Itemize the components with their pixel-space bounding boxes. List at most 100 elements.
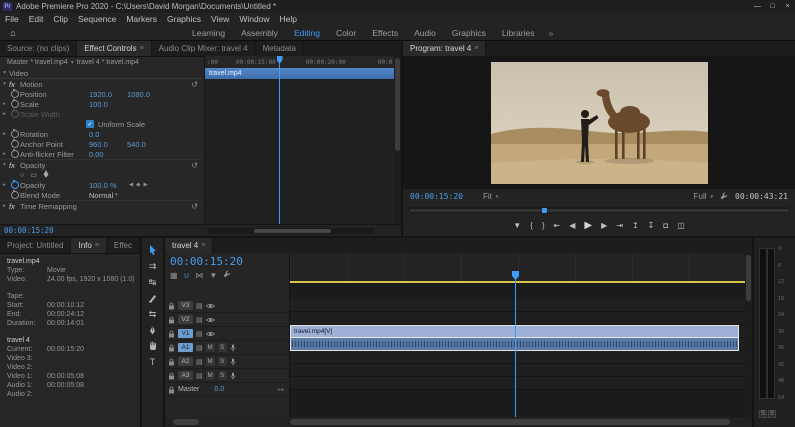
twirl-closed-icon[interactable]: ▸	[0, 101, 9, 107]
maximize-button[interactable]: □	[765, 3, 780, 10]
workspace-effects[interactable]: Effects	[364, 28, 406, 38]
reset-icon[interactable]: ↺	[191, 202, 198, 211]
mute-button[interactable]: M	[206, 357, 215, 366]
track-target-button[interactable]: V1	[178, 329, 193, 338]
uniform-scale-checkbox[interactable]: ✓	[86, 120, 94, 128]
play-button[interactable]: ▶	[584, 220, 592, 231]
twirl-open-icon[interactable]: ▾	[0, 81, 9, 87]
mark-out-button[interactable]: }	[542, 221, 545, 230]
close-button[interactable]: ×	[780, 3, 795, 10]
timeline-current-timecode[interactable]: 00:00:15:20	[165, 253, 289, 269]
add-keyframe-icon[interactable]: ◆	[136, 182, 140, 188]
panel-menu-icon[interactable]: ≡	[474, 45, 478, 52]
tab-metadata[interactable]: Metadata	[256, 41, 304, 56]
program-video-frame[interactable]	[491, 62, 708, 184]
reset-icon[interactable]: ↺	[191, 161, 198, 170]
panel-menu-icon[interactable]: ≡	[140, 45, 144, 52]
menu-graphics[interactable]: Graphics	[162, 14, 206, 24]
track-header-scrollbar[interactable]	[173, 419, 199, 425]
menu-edit[interactable]: Edit	[24, 14, 49, 24]
pen-tool[interactable]	[144, 323, 161, 337]
stopwatch-icon[interactable]	[11, 140, 19, 148]
snap-icon[interactable]: ∪	[184, 271, 190, 280]
step-forward-button[interactable]: ▶	[601, 221, 607, 230]
program-seek-bar[interactable]	[408, 207, 790, 213]
track-target-button[interactable]: V3	[178, 301, 193, 310]
track-select-forward-tool[interactable]: ⇉	[144, 259, 161, 273]
panel-menu-icon[interactable]: ≡	[95, 242, 99, 249]
ellipse-mask-icon[interactable]: ○	[20, 172, 24, 179]
lock-icon[interactable]	[168, 372, 175, 380]
stopwatch-icon[interactable]	[11, 191, 19, 199]
microphone-icon[interactable]	[230, 372, 236, 380]
timeline-playhead[interactable]	[515, 271, 516, 417]
menu-window[interactable]: Window	[234, 14, 274, 24]
rotation-value[interactable]: 0.0	[89, 130, 127, 139]
ripple-edit-tool[interactable]: ↹	[144, 275, 161, 289]
tab-effects[interactable]: Effec	[107, 238, 140, 253]
lock-icon[interactable]	[168, 330, 175, 338]
tab-effect-controls[interactable]: Effect Controls ≡	[77, 41, 151, 56]
type-tool[interactable]: T	[144, 355, 161, 369]
video-section-row[interactable]: ▾ Video	[0, 68, 203, 79]
scale-value[interactable]: 100.0	[89, 100, 127, 109]
microphone-icon[interactable]	[230, 344, 236, 352]
selection-tool[interactable]	[144, 243, 161, 257]
track-target-button[interactable]: A2	[178, 357, 193, 366]
mark-in-button[interactable]: {	[530, 221, 533, 230]
workspace-learning[interactable]: Learning	[184, 28, 233, 38]
position-y-value[interactable]: 1080.0	[127, 90, 165, 99]
stopwatch-icon[interactable]	[11, 90, 19, 98]
opacity-effect-row[interactable]: ▾ fx Opacity ↺	[0, 159, 203, 170]
track-visibility-eye-icon[interactable]	[206, 303, 215, 309]
slip-tool[interactable]: ⇆	[144, 307, 161, 321]
tab-audio-clip-mixer[interactable]: Audio Clip Mixer: travel 4	[152, 41, 256, 56]
twirl-closed-icon[interactable]: ▸	[0, 203, 9, 209]
stopwatch-icon[interactable]	[11, 181, 19, 189]
menu-help[interactable]: Help	[275, 14, 302, 24]
tab-sequence-travel4[interactable]: travel 4 ≡	[165, 238, 213, 253]
timeline-horizontal-scrollbar[interactable]	[290, 418, 744, 426]
tab-source-monitor[interactable]: Source: (no clips)	[0, 41, 77, 56]
opacity-value[interactable]: 100.0 %	[89, 181, 127, 190]
workspace-libraries[interactable]: Libraries	[494, 28, 543, 38]
timeline-track-area[interactable]: travel.mp4[V]	[290, 253, 745, 417]
step-back-button[interactable]: ◀	[569, 221, 575, 230]
track-visibility-eye-icon[interactable]	[206, 331, 215, 337]
solo-button[interactable]: S	[218, 357, 227, 366]
menu-clip[interactable]: Clip	[48, 14, 73, 24]
solo-right-button[interactable]: S	[768, 410, 776, 418]
lock-icon[interactable]	[168, 344, 175, 352]
go-to-out-button[interactable]: ⇥	[616, 221, 623, 230]
workspace-overflow-icon[interactable]: »	[548, 28, 553, 38]
sync-lock-icon[interactable]: ▤	[196, 372, 203, 380]
effect-controls-playhead[interactable]	[279, 56, 280, 225]
go-to-in-button[interactable]: ⇤	[554, 221, 561, 230]
comparison-view-button[interactable]: ◫	[677, 221, 685, 230]
twirl-closed-icon[interactable]: ▸	[0, 131, 9, 137]
playback-resolution-select[interactable]: Full ▾	[694, 192, 713, 201]
solo-button[interactable]: S	[218, 371, 227, 380]
time-remapping-row[interactable]: ▸ fx Time Remapping ↺	[0, 200, 203, 211]
solo-button[interactable]: S	[218, 343, 227, 352]
sync-lock-icon[interactable]: ▤	[196, 302, 203, 310]
tab-info[interactable]: Info ≡	[71, 238, 106, 253]
settings-wrench-icon[interactable]	[720, 192, 728, 202]
extract-button[interactable]: ↧	[648, 221, 655, 230]
blend-mode-select[interactable]: Normal	[89, 191, 113, 200]
effect-controls-horizontal-scrollbar[interactable]	[207, 228, 375, 234]
workspace-editing[interactable]: Editing	[286, 28, 328, 38]
tab-project[interactable]: Project: Untitled	[0, 238, 71, 253]
sync-lock-icon[interactable]: ▤	[196, 358, 203, 366]
sync-lock-icon[interactable]: ▤	[196, 330, 203, 338]
track-visibility-eye-icon[interactable]	[206, 317, 215, 323]
workspace-graphics[interactable]: Graphics	[444, 28, 494, 38]
track-target-button[interactable]: A3	[178, 371, 193, 380]
menu-view[interactable]: View	[206, 14, 234, 24]
add-marker-button[interactable]: ▼	[513, 221, 521, 230]
tab-program-monitor[interactable]: Program: travel 4 ≡	[403, 41, 486, 56]
workspace-audio[interactable]: Audio	[406, 28, 444, 38]
next-keyframe-icon[interactable]: ▶	[143, 182, 147, 188]
export-frame-button[interactable]: ◘	[663, 221, 668, 230]
pen-mask-icon[interactable]	[43, 170, 49, 180]
